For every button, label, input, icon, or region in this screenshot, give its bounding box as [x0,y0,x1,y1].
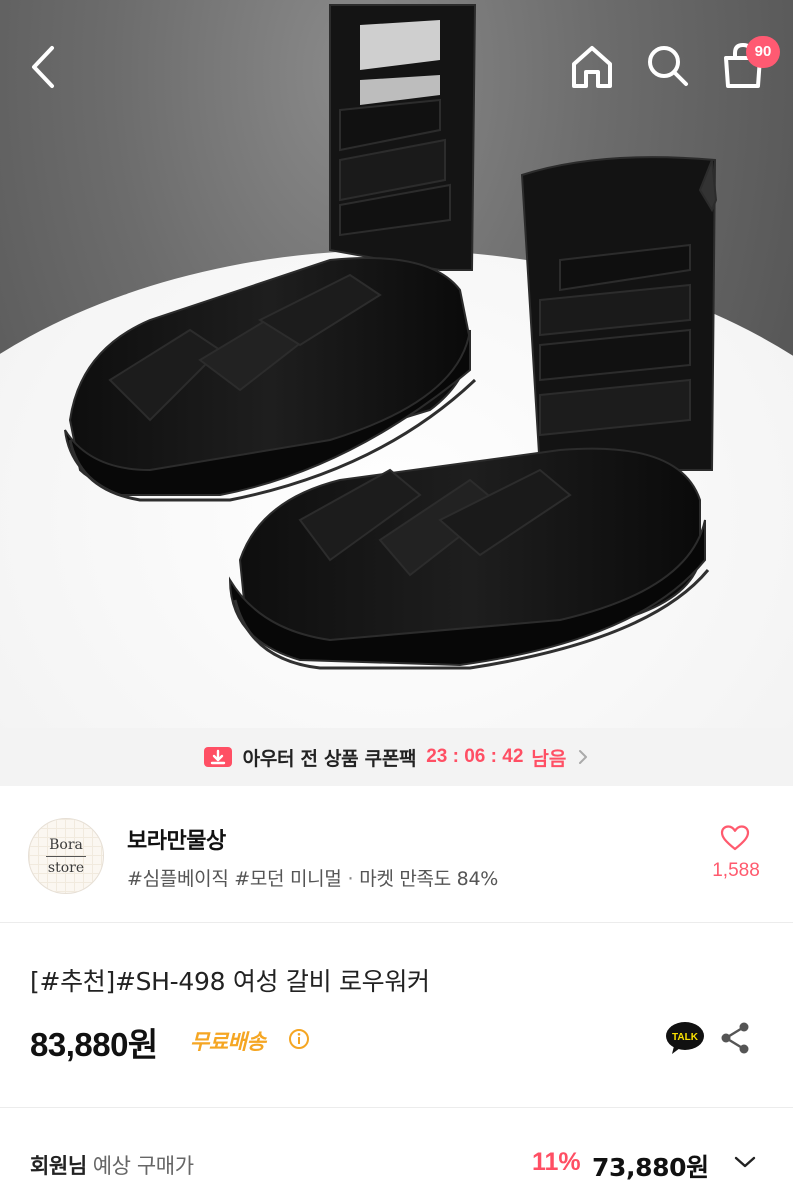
download-coupon-icon [203,747,232,767]
store-logo-line2: store [47,859,85,876]
chevron-right-icon [579,750,588,764]
coupon-text: 아우터 전 상품 쿠폰팩 [242,747,417,770]
chevron-down-icon[interactable] [733,1154,757,1170]
store-tags-line: #심플베이직 #모던 미니멀 · 마켓 만족도 84% [127,868,498,890]
member-label-bold: 회원님 [30,1154,87,1178]
member-discount-rate: 11% [532,1148,581,1176]
info-icon[interactable] [288,1028,310,1050]
store-info: Bora store 보라만물상 #심플베이직 #모던 미니멀 · 마켓 만족도 8… [0,786,793,922]
store-name[interactable]: 보라만물상 [127,823,226,855]
store-like-count: 1,588 [712,860,760,881]
divider [0,922,793,923]
product-price: 83,880원 [30,1026,158,1063]
store-logo[interactable]: Bora store [28,818,104,894]
coupon-banner[interactable]: 아우터 전 상품 쿠폰팩 23 : 06 : 42 남음 [0,728,793,786]
store-tags: #심플베이직 #모던 미니멀 [127,868,342,890]
coupon-remaining-label: 남음 [531,747,567,770]
member-label-sub: 예상 구매가 [92,1154,194,1178]
heart-icon[interactable] [720,824,750,852]
share-icon[interactable] [718,1020,752,1056]
store-satisfaction: 마켓 만족도 84% [359,868,498,890]
product-image[interactable]: 90 [0,0,793,728]
store-logo-line1: Bora [49,836,83,853]
search-icon[interactable] [642,40,694,92]
free-shipping-label: 무료배송 [190,1030,266,1054]
member-price: 73,880원 [592,1153,709,1182]
cart-count-badge: 90 [746,36,780,68]
coupon-timer: 23 : 06 : 42 [426,746,524,767]
product-title: [#추천]#SH-498 여성 갈비 로우워커 [30,967,430,996]
top-navigation-bar: 90 [0,0,793,130]
divider [0,1107,793,1108]
member-price-label: 회원님 예상 구매가 [30,1150,194,1180]
chevron-left-icon[interactable] [22,42,68,92]
talk-label: TALK [672,1032,699,1043]
home-icon[interactable] [566,42,618,92]
kakao-talk-icon[interactable]: TALK [665,1020,705,1056]
